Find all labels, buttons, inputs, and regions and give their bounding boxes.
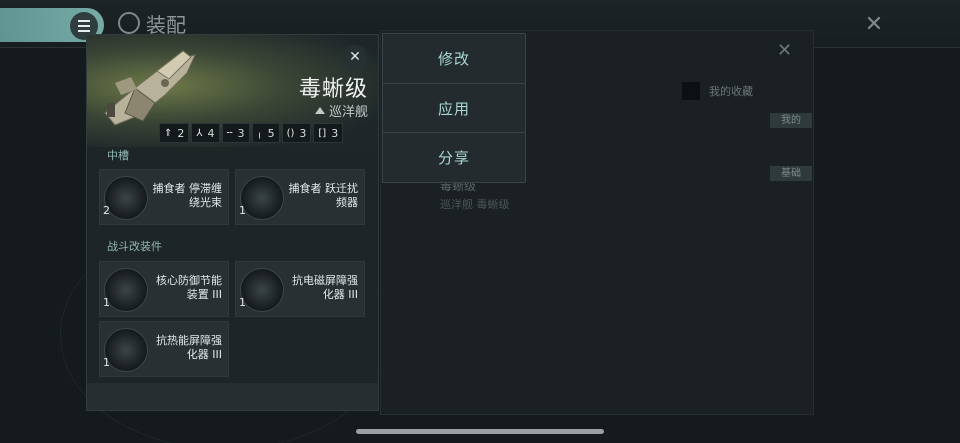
- module-card[interactable]: 1 捕食者 跃迁扰频器: [235, 169, 365, 225]
- screen-close-icon[interactable]: ✕: [862, 14, 886, 38]
- module-card[interactable]: 1 核心防御节能装置 III: [99, 261, 229, 317]
- ship-class-label: 巡洋舰: [328, 105, 368, 120]
- module-count: 1: [239, 204, 246, 217]
- panel-close-icon[interactable]: ✕: [777, 40, 792, 61]
- module-name: 核心防御节能装置 III: [156, 274, 222, 301]
- module-name: 捕食者 停滞缠绕光束: [152, 182, 223, 209]
- stasis-web-icon: [104, 176, 148, 220]
- subsystem-icon: []: [318, 127, 327, 139]
- module-name: 抗电磁屏障强化器 III: [292, 274, 358, 301]
- slot-subsystem: [] 3: [313, 123, 344, 143]
- list-ship-subtitle: 巡洋舰 毒蜥级: [440, 198, 510, 211]
- slot-mid: ╌ 3: [221, 123, 250, 143]
- slot-low: ╷ 5: [251, 123, 280, 143]
- slot-turret-count: 4: [207, 126, 215, 140]
- slot-summary: ⇑ 2 ⅄ 4 ╌ 3 ╷ 5 () 3 [] 3: [159, 123, 344, 143]
- ship-name: 毒蜥级: [298, 77, 368, 102]
- share-button[interactable]: 分享: [383, 133, 525, 182]
- slot-mid-count: 3: [237, 126, 245, 140]
- slot-low-count: 5: [267, 126, 275, 140]
- low-slot-icon: ╷: [256, 127, 263, 139]
- context-menu: 修改 应用 分享: [382, 33, 526, 183]
- turret-icon: ⅄: [196, 127, 203, 139]
- modify-button[interactable]: 修改: [383, 34, 525, 84]
- module-card[interactable]: 1 抗热能屏障强化器 III: [99, 321, 229, 377]
- favorites-label: 我的收藏: [709, 85, 753, 98]
- module-card[interactable]: 2 捕食者 停滞缠绕光束: [99, 169, 229, 225]
- slot-rig-count: 3: [299, 126, 307, 140]
- mid-slot-icon: ╌: [226, 127, 233, 139]
- slot-high-count: 2: [177, 126, 185, 140]
- popup-close-button[interactable]: ✕: [343, 45, 367, 69]
- screen-title: 装配: [118, 10, 186, 37]
- cruiser-class-icon: [314, 107, 325, 114]
- section-mid-slots: 中槽: [107, 149, 129, 162]
- slot-high: ⇑ 2: [159, 123, 190, 143]
- slot-turret: ⅄ 4: [191, 123, 220, 143]
- module-count: 1: [103, 296, 110, 309]
- tag-mine[interactable]: 我的: [770, 113, 812, 128]
- module-count: 1: [103, 356, 110, 369]
- module-card[interactable]: 1 抗电磁屏障强化器 III: [235, 261, 365, 317]
- fitting-icon: [118, 12, 140, 34]
- module-name: 抗热能屏障强化器 III: [156, 334, 222, 361]
- module-count: 1: [239, 296, 246, 309]
- module-name: 捕食者 跃迁扰频器: [288, 182, 359, 209]
- rig-icon: (): [286, 127, 295, 139]
- slot-subsystem-count: 3: [331, 126, 339, 140]
- fitting-popup: ✕ 毒蜥级 巡洋舰 ⇑ 2 ⅄ 4 ╌ 3 ╷ 5 () 3 [] 3 中槽 2…: [86, 34, 379, 411]
- popup-footer: [87, 383, 378, 410]
- home-indicator[interactable]: [356, 429, 604, 434]
- high-slot-icon: ⇑: [164, 127, 173, 139]
- warp-scrambler-icon: [240, 176, 284, 220]
- tag-basic[interactable]: 基础: [770, 166, 812, 181]
- rig-module-icon: [104, 268, 148, 312]
- module-count: 2: [103, 204, 110, 217]
- apply-button[interactable]: 应用: [383, 84, 525, 134]
- slot-rig: () 3: [281, 123, 312, 143]
- section-combat-mods: 战斗改装件: [107, 240, 162, 253]
- rig-module-icon: [104, 328, 148, 372]
- favorites-checkbox[interactable]: [682, 82, 700, 100]
- ship-header: ✕ 毒蜥级 巡洋舰 ⇑ 2 ⅄ 4 ╌ 3 ╷ 5 () 3 [] 3: [87, 35, 378, 147]
- rig-module-icon: [240, 268, 284, 312]
- ship-image: [104, 50, 196, 126]
- ship-class: 巡洋舰: [314, 101, 368, 120]
